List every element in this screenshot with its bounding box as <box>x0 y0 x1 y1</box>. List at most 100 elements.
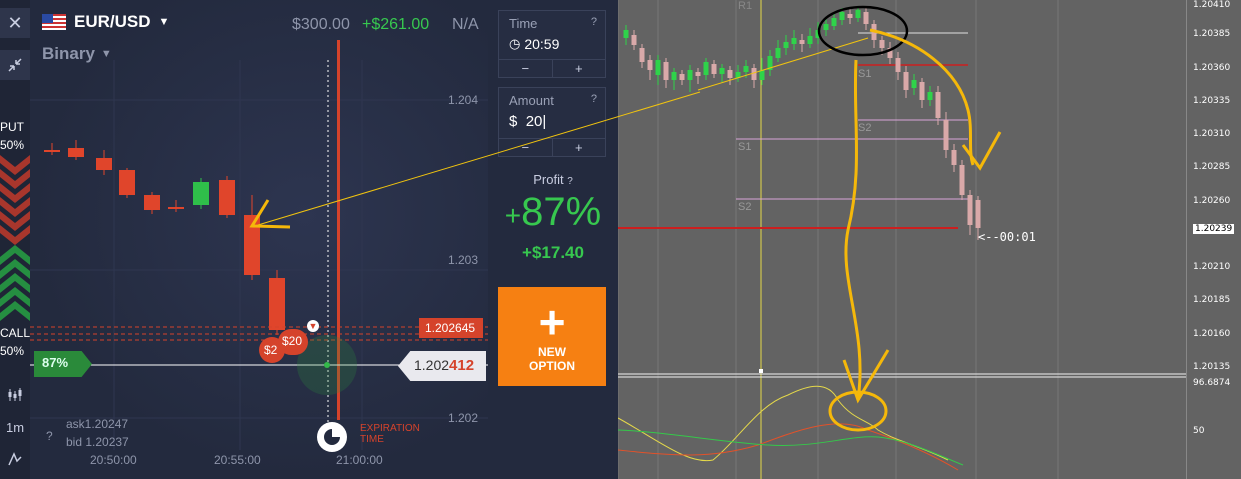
mt-candle <box>855 10 861 18</box>
candle <box>193 182 209 205</box>
amount-minus-button[interactable]: − <box>499 139 553 156</box>
profit-amount: +$17.40 <box>522 243 584 262</box>
mt-candles <box>623 6 981 240</box>
price-tick: 1.20160 <box>1193 329 1231 339</box>
mt-candle <box>823 24 829 30</box>
price-chart[interactable]: EUR/USD ▼ Binary ▼ $300.00 +$261.00 N/A <box>30 0 488 479</box>
plus-icon: + <box>538 296 566 348</box>
time-minus-button[interactable]: − <box>499 60 553 77</box>
x-tick: 20:55:00 <box>214 453 261 467</box>
strike-price-tag: 1.202645 <box>419 318 483 338</box>
close-icon: ✕ <box>7 12 23 33</box>
mt-candle <box>663 62 669 80</box>
mt-candle <box>911 80 917 88</box>
profit-label-row: Profit ? <box>488 172 618 187</box>
mt-candle <box>695 72 701 76</box>
call-sentiment-bar <box>0 245 30 321</box>
call-label: CALL <box>0 326 31 340</box>
help-icon[interactable]: ? <box>591 93 597 105</box>
time-label: Time <box>509 16 538 31</box>
candle <box>244 215 260 275</box>
price-tick: 1.20285 <box>1193 162 1231 172</box>
pivot-s1-label: S1 <box>858 68 872 80</box>
new-option-line2: OPTION <box>528 359 575 373</box>
fullscreen-button[interactable] <box>0 50 30 80</box>
price-tick: 1.20335 <box>1193 96 1231 106</box>
mt-candle <box>631 35 637 45</box>
amount-selector[interactable]: Amount ? $ 20| − + <box>498 87 606 157</box>
mt-candle <box>647 60 653 70</box>
candle <box>44 150 60 152</box>
help-icon[interactable]: ? <box>46 429 53 443</box>
candle <box>119 170 135 195</box>
time-selector[interactable]: Time ? ◷ 20:59 − + <box>498 10 606 78</box>
metatrader-chart[interactable]: R1 S1 S2 S1 S2 <--00:01 <box>618 0 1241 479</box>
amount-value: 20 <box>525 113 543 130</box>
candle <box>68 148 84 157</box>
mt-candle <box>959 165 965 195</box>
annotation-ellipse <box>817 5 909 57</box>
pivot-s2-label: S2 <box>858 122 872 134</box>
mt-candle <box>775 48 781 58</box>
profit-pct-value: 87% <box>521 190 602 234</box>
timeframe-button[interactable]: 1m <box>0 412 30 442</box>
pivot-s1-label: S1 <box>738 141 752 153</box>
candles-icon <box>8 388 22 401</box>
mt-candle <box>759 70 765 80</box>
chart-type-button[interactable] <box>0 380 30 410</box>
mt-candle <box>791 38 797 44</box>
mt-candle <box>927 92 933 100</box>
price-tick: 1.20310 <box>1193 129 1231 139</box>
indicators-button[interactable] <box>0 444 30 474</box>
mt-candle <box>751 68 757 80</box>
profit-percent: +87% <box>488 190 618 235</box>
new-option-line1: NEW <box>538 345 566 359</box>
price-axis: 1.20410 1.20385 1.20360 1.20335 1.20310 … <box>1186 0 1241 479</box>
countdown: <--00:01 <box>978 230 1036 244</box>
expiration-label: EXPIRATION TIME <box>360 423 420 445</box>
price-tick: 1.20385 <box>1193 29 1231 39</box>
price-tick-current: 1.20239 <box>1193 224 1235 234</box>
current-price-tag: 1.202412 <box>398 351 486 381</box>
profit-label: Profit <box>533 172 564 187</box>
help-icon[interactable]: ? <box>567 176 573 187</box>
price-tick: 1.20135 <box>1193 362 1231 372</box>
close-button[interactable]: ✕ <box>0 8 30 38</box>
mt-candle <box>847 14 853 18</box>
candle <box>269 278 285 330</box>
osc-tick: 96.6874 <box>1193 378 1231 388</box>
payout-badge: 87% <box>34 351 92 377</box>
time-plus-button[interactable]: + <box>553 60 606 77</box>
x-tick: 20:50:00 <box>90 453 137 467</box>
mt-candle <box>799 40 805 44</box>
candle <box>144 195 160 210</box>
mt-candle <box>687 70 693 80</box>
help-icon[interactable]: ? <box>591 16 597 28</box>
time-value: 20:59 <box>524 36 560 52</box>
amount-input[interactable]: $ 20| <box>509 113 546 130</box>
pivot-r1-label: R1 <box>738 0 753 12</box>
mt-candle <box>727 70 733 78</box>
put-percent: 50% <box>0 138 25 152</box>
mt-candle <box>863 12 869 24</box>
price-tick: 1.20260 <box>1193 196 1231 206</box>
amount-plus-button[interactable]: + <box>553 139 606 156</box>
mt-candle <box>703 62 709 75</box>
mt-candle <box>711 64 717 74</box>
mt-candle <box>879 40 885 48</box>
price-tick: 1.20185 <box>1193 295 1231 305</box>
mt-candle <box>967 195 973 225</box>
trade-controls: Time ? ◷ 20:59 − + Amount ? $ 20| − + Pr… <box>488 0 618 479</box>
trading-platform-panel: ✕ PUT 50% CALL 50% 1m EUR/USD ▼ Binary ▼… <box>0 0 618 479</box>
price-tick: 1.20410 <box>1193 0 1231 10</box>
mt-candle <box>895 58 901 72</box>
amount-label: Amount <box>509 93 554 108</box>
mt-candle <box>679 74 685 80</box>
collapse-icon <box>8 58 22 72</box>
new-option-button[interactable]: + NEW OPTION <box>498 287 606 386</box>
bet-badge[interactable]: $20 <box>278 329 308 355</box>
mt-candle <box>951 150 957 165</box>
current-price-suffix: 412 <box>449 357 475 374</box>
mt-candle <box>671 72 677 80</box>
price-tick: 1.20210 <box>1193 262 1231 272</box>
